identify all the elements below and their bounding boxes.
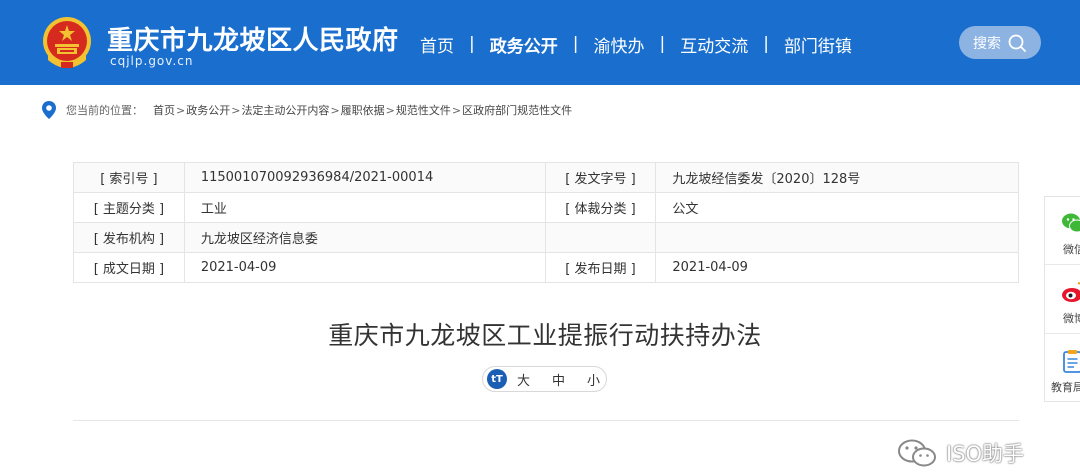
nav-separator: | [763, 34, 769, 54]
site-header: 重庆市九龙坡区人民政府 cqjlp.gov.cn 首页 | 政务公开 | 渝快办… [0, 0, 1080, 85]
breadcrumb-separator: > [176, 103, 186, 117]
share-wechat-label: 微信 [1063, 243, 1080, 256]
share-wechat-button[interactable]: 微信 [1045, 197, 1080, 265]
share-weibo-button[interactable]: 微博 [1045, 266, 1080, 334]
wechat-watermark-icon [898, 439, 936, 467]
font-size-icon: tT [487, 369, 507, 389]
index-number-label: [ 索引号 ] [73, 162, 185, 193]
search-button[interactable]: 搜索 [959, 26, 1041, 59]
site-domain: cqjlp.gov.cn [110, 54, 194, 68]
publisher-value: 九龙坡区经济信息委 [183, 222, 546, 253]
empty-cell [544, 222, 657, 253]
content-divider [73, 420, 1019, 421]
nav-item-government-affairs[interactable]: 政务公开 [490, 32, 558, 57]
publish-date-value: 2021-04-09 [655, 252, 1019, 283]
topic-value: 工业 [183, 192, 546, 223]
document-title: 重庆市九龙坡区工业提振行动扶持办法 [328, 321, 762, 350]
share-education-button[interactable]: 教育局 [1045, 335, 1080, 403]
watermark-text: ISO助手 [946, 442, 1025, 466]
table-row: [ 索引号 ] 11500107009293698​4/2021-00014 [… [73, 162, 1019, 193]
document-info-table: [ 索引号 ] 11500107009293698​4/2021-00014 [… [73, 162, 1019, 283]
publisher-label: [ 发布机构 ] [73, 222, 185, 253]
breadcrumb-statutory-disclosure[interactable]: 法定主动公开内容 [241, 102, 329, 118]
written-date-value: 2021-04-09 [183, 252, 546, 283]
table-row: [ 发布机构 ] 九龙坡区经济信息委 [73, 222, 1019, 253]
watermark: ISO助手 [896, 437, 1024, 469]
share-education-label: 教育局 [1051, 381, 1080, 394]
topic-label: [ 主题分类 ] [73, 192, 185, 223]
publish-date-label: [ 发布日期 ] [544, 252, 657, 283]
font-size-large-button[interactable]: 大 [517, 370, 530, 389]
genre-value: 公文 [655, 192, 1019, 223]
nav-item-home[interactable]: 首页 [420, 32, 454, 57]
clipboard-icon [1063, 350, 1080, 373]
index-number-value: 11500107009293698​4/2021-00014 [183, 162, 546, 193]
nav-separator: | [469, 34, 475, 54]
genre-label: [ 体裁分类 ] [544, 192, 657, 223]
breadcrumb-separator: > [385, 103, 395, 117]
document-number-value: 九龙坡经信委发〔2020〕128号 [655, 162, 1019, 193]
breadcrumb-district-dept-docs[interactable]: 区政府部门规范性文件 [462, 102, 572, 118]
empty-cell [655, 222, 1019, 253]
font-size-small-button[interactable]: 小 [587, 370, 600, 389]
breadcrumb-separator: > [330, 103, 340, 117]
share-weibo-label: 微博 [1063, 312, 1080, 325]
breadcrumb-duty-basis[interactable]: 履职依据 [341, 102, 385, 118]
nav-item-yukuaiban[interactable]: 渝快办 [593, 32, 644, 57]
breadcrumb-home[interactable]: 首页 [153, 102, 175, 118]
breadcrumb-normative-docs[interactable]: 规范性文件 [396, 102, 451, 118]
font-size-control: tT 大 中 小 [482, 366, 607, 392]
breadcrumb-separator: > [451, 103, 462, 117]
location-pin-icon [42, 101, 56, 119]
main-nav: 首页 | 政务公开 | 渝快办 | 互动交流 | 部门街镇 [420, 32, 852, 57]
search-label: 搜索 [973, 35, 1001, 52]
nav-item-interaction[interactable]: 互动交流 [680, 32, 748, 57]
nav-separator: | [659, 34, 666, 54]
table-row: [ 成文日期 ] 2021-04-09 [ 发布日期 ] 2021-04-09 [73, 252, 1019, 283]
font-size-medium-button[interactable]: 中 [552, 370, 565, 389]
weibo-icon [1062, 282, 1080, 302]
site-title[interactable]: 重庆市九龙坡区人民政府 [107, 20, 399, 57]
breadcrumb: 您当前的位置： 首页 > 政务公开 > 法定主动公开内容 > 履职依据 > 规范… [42, 101, 572, 119]
nav-item-departments[interactable]: 部门街镇 [784, 32, 852, 57]
breadcrumb-government-affairs[interactable]: 政务公开 [186, 102, 230, 118]
national-emblem-icon[interactable] [40, 14, 94, 72]
document-number-label: [ 发文字号 ] [544, 162, 657, 193]
table-row: [ 主题分类 ] 工业 [ 体裁分类 ] 公文 [73, 192, 1019, 223]
breadcrumb-separator: > [231, 103, 241, 117]
search-icon [1008, 34, 1026, 52]
breadcrumb-prefix: 您当前的位置： [66, 104, 143, 117]
written-date-label: [ 成文日期 ] [73, 252, 185, 283]
nav-separator: | [572, 34, 579, 54]
wechat-icon [1062, 213, 1080, 233]
share-panel: 微信 微博 教育局 [1044, 196, 1080, 402]
